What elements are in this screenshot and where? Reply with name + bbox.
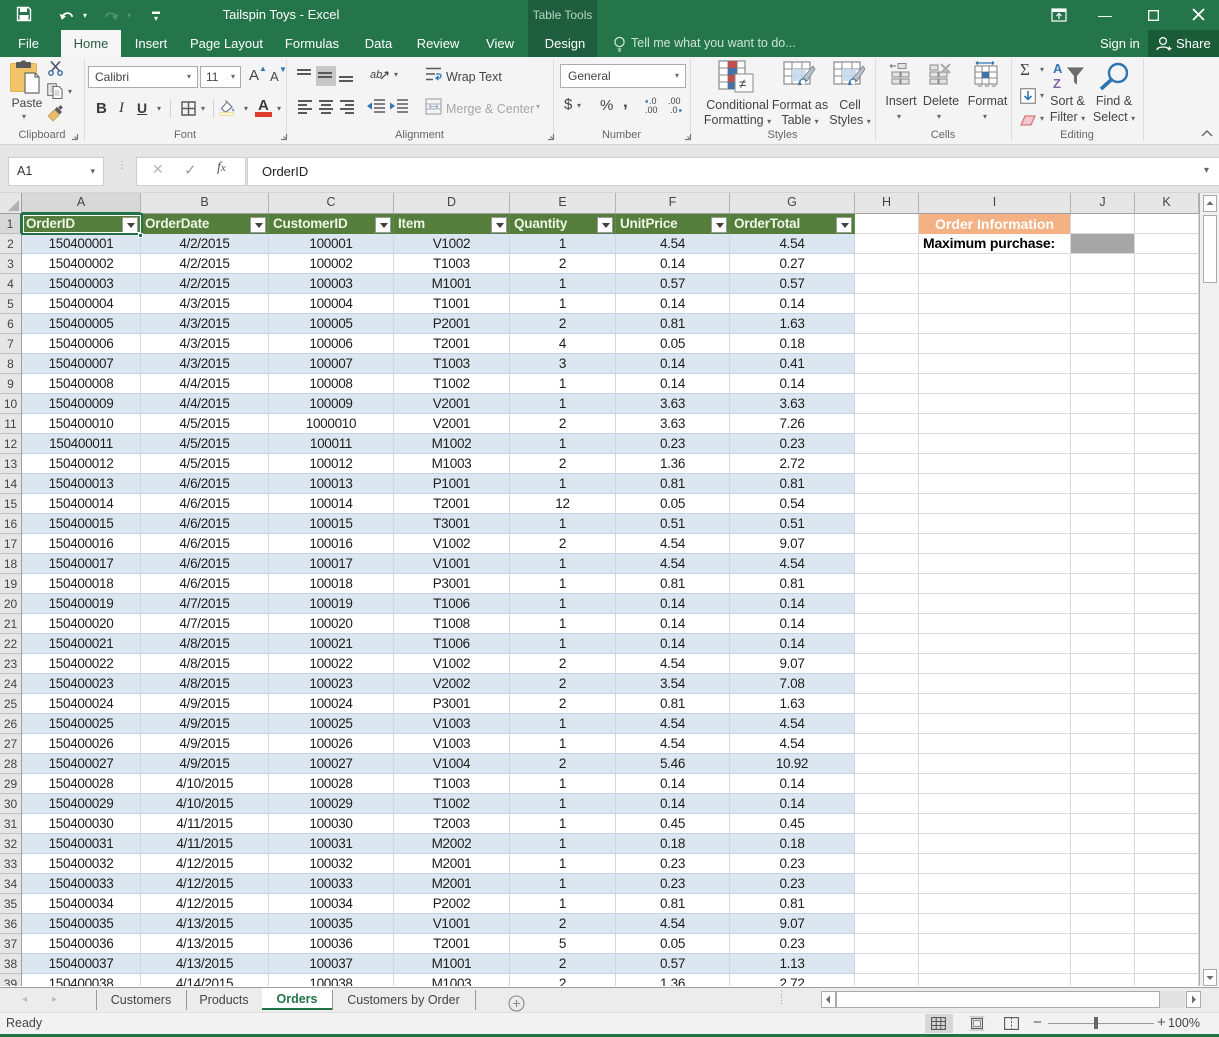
svg-text:ab: ab: [370, 69, 382, 81]
svg-text:Z: Z: [1053, 76, 1061, 91]
svg-text:≠: ≠: [739, 76, 746, 91]
svg-text:.0: .0: [670, 105, 678, 115]
svg-text:.00: .00: [645, 105, 658, 115]
svg-text:.0: .0: [649, 96, 657, 106]
svg-text:A: A: [1053, 61, 1063, 76]
